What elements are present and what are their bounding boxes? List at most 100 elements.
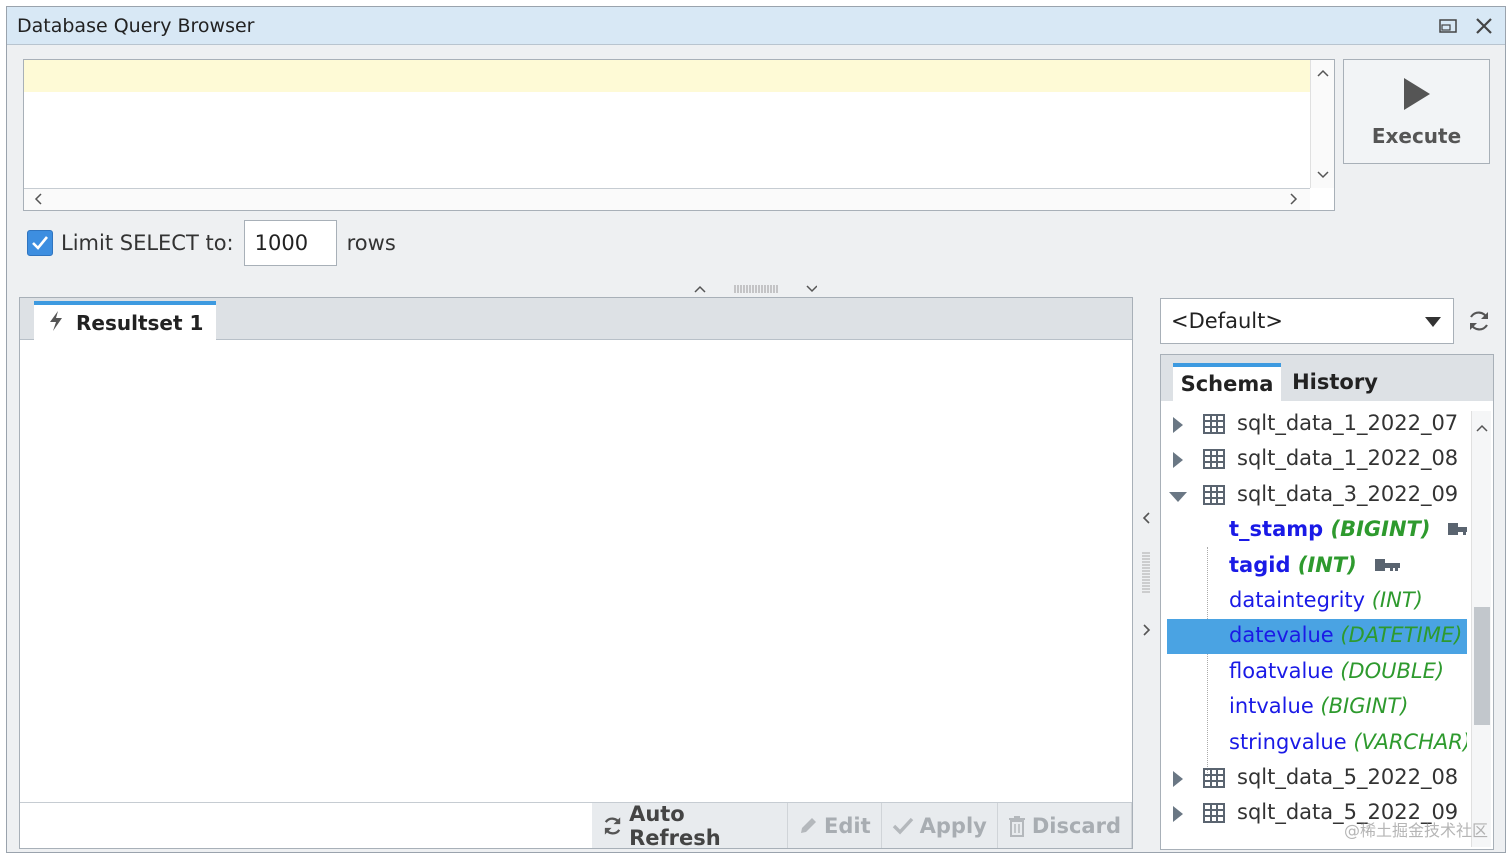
column-label: datevalue (DATETIME) bbox=[1229, 623, 1462, 647]
primary-key-icon bbox=[1448, 517, 1467, 541]
editor-current-line[interactable] bbox=[24, 60, 1310, 92]
scroll-up-icon[interactable] bbox=[1476, 417, 1488, 436]
table-icon bbox=[1203, 449, 1225, 474]
tree-column-node[interactable]: datevalue (DATETIME) bbox=[1167, 619, 1467, 655]
trash-icon bbox=[1008, 815, 1025, 837]
column-label: intvalue (BIGINT) bbox=[1229, 694, 1408, 718]
query-editor[interactable] bbox=[23, 59, 1335, 211]
tree-column-node[interactable]: tagid (INT) bbox=[1167, 549, 1467, 584]
tab-label: Resultset 1 bbox=[76, 310, 204, 335]
lightning-icon bbox=[48, 310, 64, 336]
collapse-arrow-icon[interactable] bbox=[1169, 491, 1187, 502]
edit-button[interactable]: Edit bbox=[788, 803, 882, 848]
expand-arrow-icon[interactable] bbox=[1173, 806, 1183, 823]
column-type: (DOUBLE) bbox=[1333, 658, 1445, 683]
scroll-up-icon[interactable] bbox=[1317, 66, 1329, 80]
schema-browser-panel: Schema History sqlt_data_1_2022_07 sqlt_d… bbox=[1160, 354, 1494, 850]
scrollbar-thumb[interactable] bbox=[1474, 607, 1490, 725]
editor-horizontal-scrollbar[interactable] bbox=[24, 188, 1310, 210]
primary-key-icon bbox=[1374, 553, 1401, 577]
play-icon bbox=[1402, 76, 1432, 116]
refresh-datasource-icon[interactable] bbox=[1467, 309, 1491, 333]
chevron-down-icon bbox=[1425, 317, 1441, 327]
limit-label: Limit SELECT to: bbox=[61, 231, 234, 255]
results-panel: Resultset 1 Auto Refresh Edit Apply Disc… bbox=[19, 297, 1133, 850]
browser-tab-bar: Schema History bbox=[1161, 355, 1493, 401]
table-name: sqlt_data_5_2022_08 bbox=[1237, 765, 1459, 789]
table-name: sqlt_data_1_2022_08 bbox=[1237, 446, 1459, 471]
edit-label: Edit bbox=[824, 813, 871, 838]
column-type: (VARCHAR) bbox=[1346, 729, 1467, 754]
splitter-handle[interactable] bbox=[693, 281, 818, 297]
rows-label: rows bbox=[346, 231, 396, 255]
tree-table-node[interactable]: sqlt_data_1_2022_07 bbox=[1167, 407, 1467, 442]
window-title: Database Query Browser bbox=[17, 15, 255, 37]
column-label: stringvalue (VARCHAR) bbox=[1229, 730, 1467, 754]
expand-arrow-icon[interactable] bbox=[1173, 452, 1183, 469]
tree-table-node[interactable]: sqlt_data_1_2022_08 bbox=[1167, 442, 1467, 477]
table-icon bbox=[1203, 803, 1225, 828]
column-name: tagid bbox=[1229, 552, 1291, 577]
limit-rows-input[interactable] bbox=[243, 220, 337, 266]
scroll-down-icon[interactable] bbox=[1317, 168, 1329, 182]
column-name: stringvalue bbox=[1229, 729, 1347, 754]
tab-history-label: History bbox=[1292, 370, 1378, 394]
column-type: (BIGINT) bbox=[1323, 517, 1431, 542]
column-type: (INT) bbox=[1365, 588, 1423, 612]
datasource-select[interactable]: <Default> bbox=[1160, 298, 1454, 344]
tree-column-node[interactable]: floatvalue (DOUBLE) bbox=[1167, 655, 1467, 690]
restore-window-icon[interactable] bbox=[1435, 13, 1461, 39]
tree-column-node[interactable]: dataintegrity (INT) bbox=[1167, 584, 1467, 619]
column-type: (INT) bbox=[1290, 552, 1357, 577]
column-name: intvalue bbox=[1229, 694, 1314, 719]
column-label: floatvalue (DOUBLE) bbox=[1229, 659, 1444, 683]
tree-table-node[interactable]: sqlt_data_3_2022_09 bbox=[1167, 478, 1467, 513]
tab-schema-label: Schema bbox=[1180, 372, 1274, 396]
table-name: sqlt_data_3_2022_09 bbox=[1237, 481, 1459, 506]
table-icon bbox=[1203, 414, 1225, 439]
refresh-icon bbox=[604, 816, 621, 835]
results-tab-bar: Resultset 1 bbox=[20, 298, 1132, 340]
close-icon[interactable] bbox=[1471, 13, 1497, 39]
tab-schema[interactable]: Schema bbox=[1173, 363, 1281, 401]
tree-column-node[interactable]: intvalue (BIGINT) bbox=[1167, 690, 1467, 725]
editor-vertical-scrollbar[interactable] bbox=[1310, 60, 1334, 188]
title-bar: Database Query Browser bbox=[7, 7, 1505, 45]
discard-button[interactable]: Discard bbox=[998, 803, 1132, 848]
limit-checkbox[interactable] bbox=[27, 230, 53, 256]
scroll-right-icon[interactable] bbox=[1290, 193, 1298, 208]
side-panel-splitter[interactable] bbox=[1137, 507, 1155, 647]
column-name: t_stamp bbox=[1229, 517, 1324, 542]
tree-table-node[interactable]: sqlt_data_5_2022_08 bbox=[1167, 761, 1467, 796]
tree-column-node[interactable]: t_stamp (BIGINT) bbox=[1167, 513, 1467, 548]
pencil-icon bbox=[801, 817, 817, 833]
column-name: datevalue bbox=[1229, 623, 1334, 648]
column-name: dataintegrity bbox=[1229, 588, 1366, 612]
column-type: (DATETIME) bbox=[1333, 623, 1463, 648]
tree-column-node[interactable]: stringvalue (VARCHAR) bbox=[1167, 726, 1467, 761]
column-name: floatvalue bbox=[1229, 658, 1334, 683]
schema-tree[interactable]: sqlt_data_1_2022_07 sqlt_data_1_2022_08sq… bbox=[1167, 407, 1467, 847]
expand-arrow-icon[interactable] bbox=[1173, 771, 1183, 787]
expand-arrow-icon[interactable] bbox=[1173, 417, 1183, 433]
tab-resultset-1[interactable]: Resultset 1 bbox=[34, 301, 216, 340]
table-icon bbox=[1203, 484, 1225, 510]
tree-vertical-scrollbar[interactable] bbox=[1471, 411, 1491, 847]
limit-row: Limit SELECT to: rows bbox=[27, 219, 396, 267]
table-name: sqlt_data_1_2022_07 bbox=[1237, 411, 1459, 435]
apply-label: Apply bbox=[919, 813, 987, 838]
tab-history[interactable]: History bbox=[1283, 363, 1387, 401]
results-toolbar: Auto Refresh Edit Apply Discard bbox=[20, 802, 1132, 850]
apply-button[interactable]: Apply bbox=[882, 803, 998, 848]
table-icon bbox=[1203, 768, 1225, 793]
auto-refresh-button[interactable]: Auto Refresh bbox=[592, 802, 789, 850]
column-label: dataintegrity (INT) bbox=[1229, 588, 1423, 612]
datasource-value: <Default> bbox=[1171, 309, 1283, 333]
watermark-text: @稀土掘金技术社区 bbox=[1343, 821, 1488, 840]
scroll-left-icon[interactable] bbox=[34, 193, 42, 208]
checkmark-icon bbox=[892, 817, 913, 834]
column-label: t_stamp (BIGINT) bbox=[1229, 517, 1467, 541]
execute-label: Execute bbox=[1371, 123, 1462, 148]
discard-label: Discard bbox=[1031, 813, 1121, 838]
execute-button[interactable]: Execute bbox=[1343, 59, 1490, 164]
